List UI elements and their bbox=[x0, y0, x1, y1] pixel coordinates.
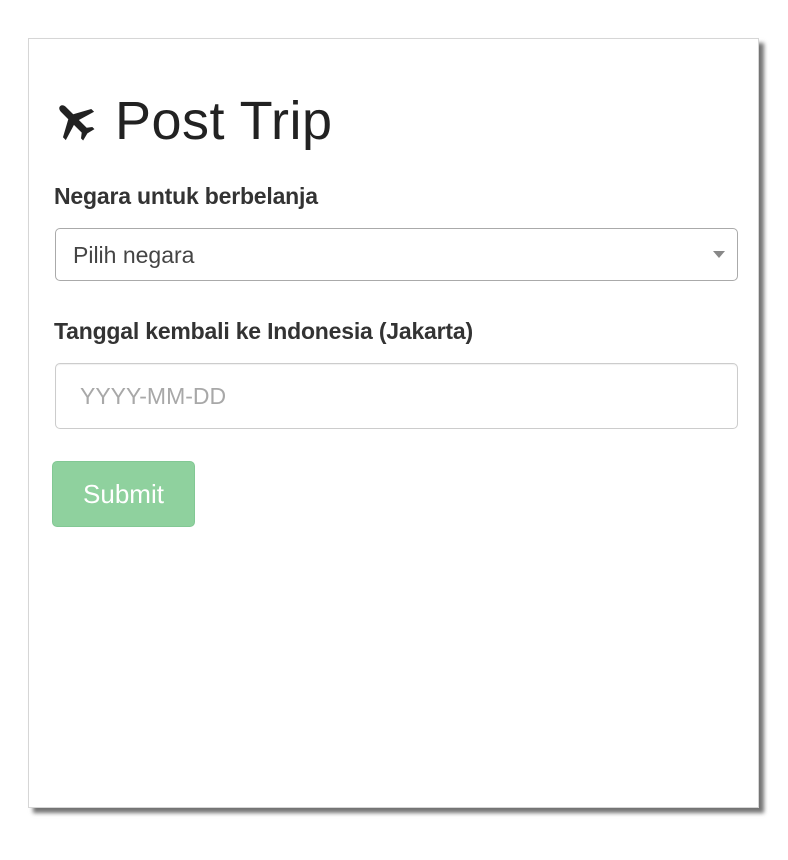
submit-button[interactable]: Submit bbox=[52, 461, 195, 527]
post-trip-card: Post Trip Negara untuk berbelanja Pilih … bbox=[28, 38, 759, 808]
country-label: Negara untuk berbelanja bbox=[54, 183, 318, 209]
title-text: Post Trip bbox=[115, 91, 333, 151]
dropdown-arrow-icon bbox=[713, 251, 725, 258]
return-date-label: Tanggal kembali ke Indonesia (Jakarta) bbox=[54, 318, 473, 344]
country-select[interactable]: Pilih negara bbox=[55, 228, 738, 281]
return-date-input[interactable] bbox=[55, 363, 738, 429]
plane-icon bbox=[51, 97, 99, 145]
country-select-value: Pilih negara bbox=[73, 242, 195, 268]
page-title: Post Trip bbox=[51, 91, 333, 151]
